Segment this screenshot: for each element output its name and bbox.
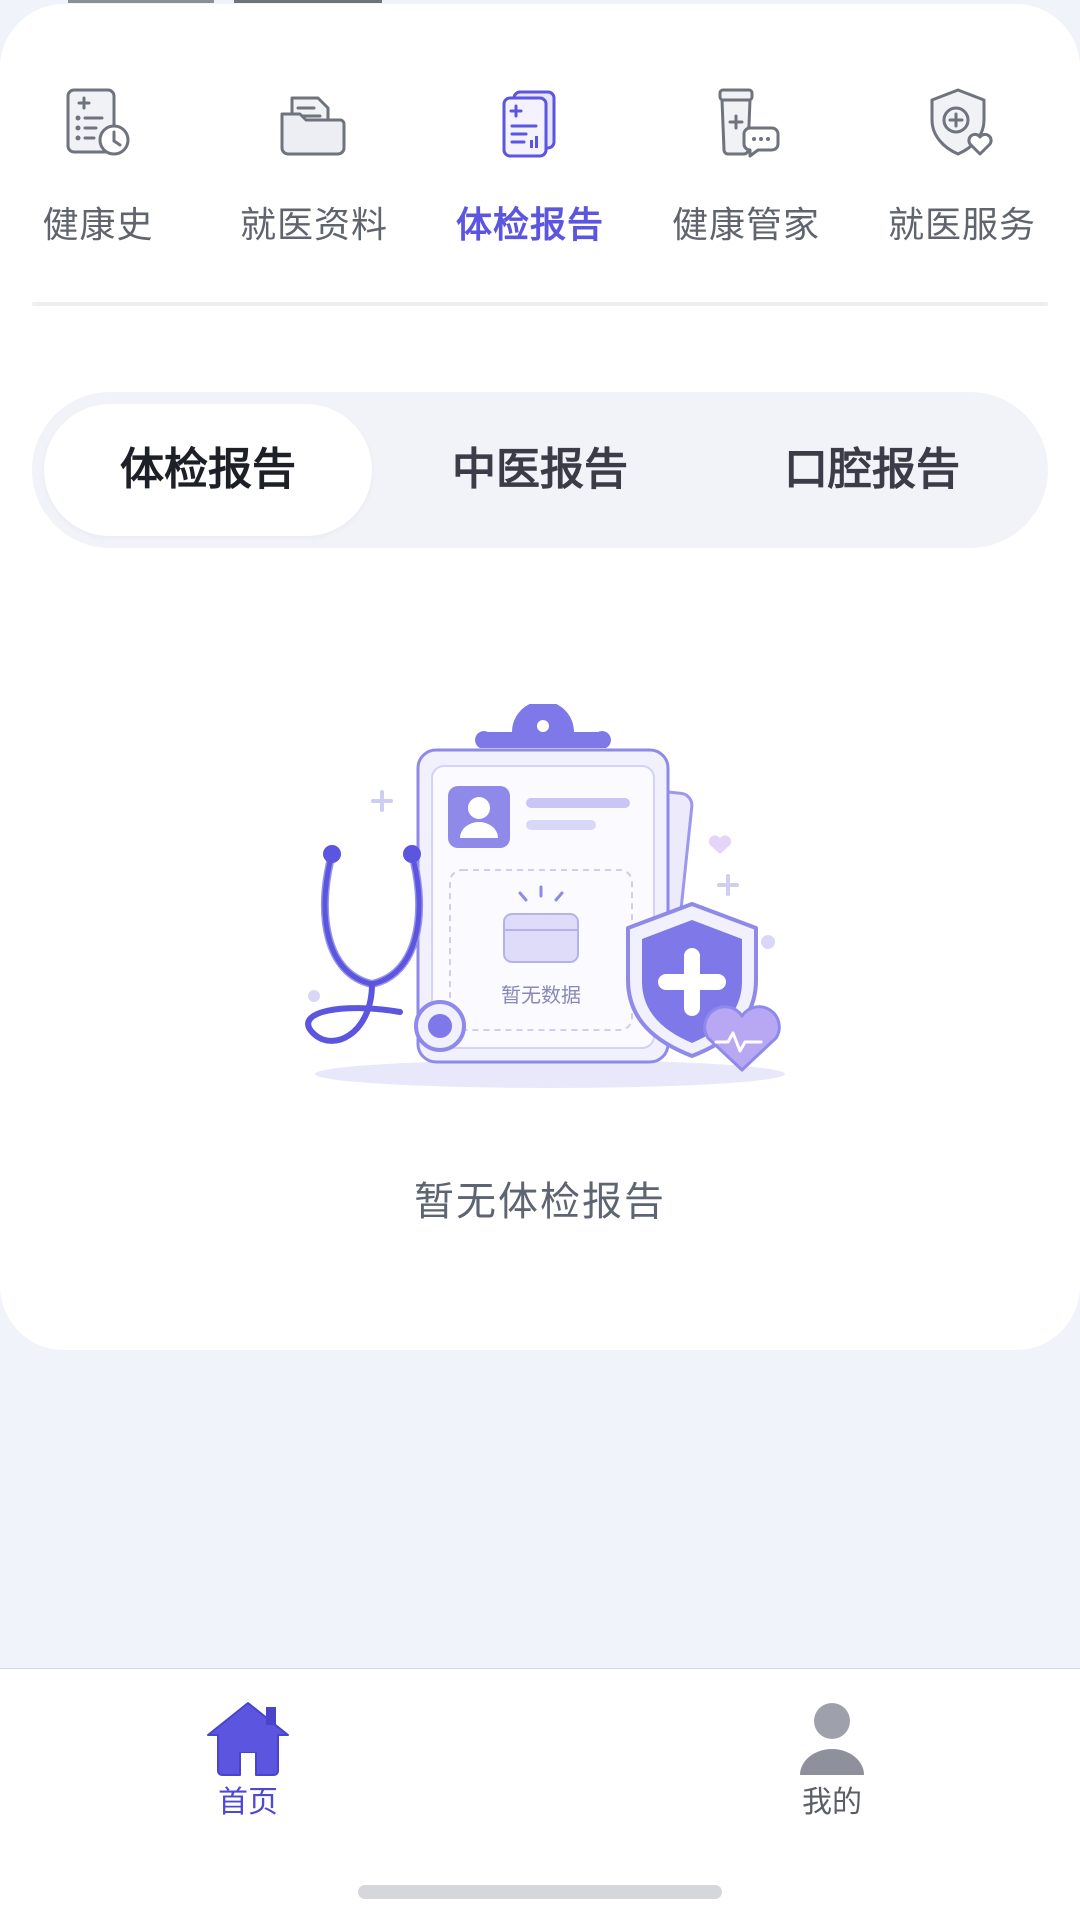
empty-state-message: 暂无体检报告 — [414, 1179, 666, 1225]
empty-placeholder-text: 暂无数据 — [501, 983, 581, 1007]
divider — [32, 302, 1048, 306]
category-label: 健康史 — [42, 205, 154, 246]
report-icon — [490, 84, 570, 164]
health-history-icon — [58, 84, 138, 164]
category-label: 体检报告 — [455, 205, 604, 246]
medical-service-icon — [922, 84, 1002, 164]
category-item-checkup-report[interactable]: 体检报告 — [440, 74, 620, 264]
category-item-medical-records[interactable]: 就医资料 — [224, 74, 404, 264]
empty-state-illustration: 暂无数据 — [290, 704, 810, 1104]
home-indicator — [358, 1885, 722, 1899]
top-edge-block — [68, 0, 214, 3]
category-label: 就医服务 — [887, 205, 1036, 246]
bottom-tab-bar: 首页 我的 — [0, 1668, 1080, 1921]
category-nav: 健康史 就医资料 体检报告 健康管家 就医服务 — [0, 74, 1080, 264]
category-item-health-butler[interactable]: 健康管家 — [656, 74, 836, 264]
top-edge-block — [234, 0, 382, 3]
health-butler-icon — [706, 84, 786, 164]
tab-checkup-report[interactable]: 体检报告 — [44, 404, 372, 536]
report-type-tabs: 体检报告 中医报告 口腔报告 — [32, 392, 1048, 548]
category-item-medical-service[interactable]: 就医服务 — [872, 74, 1052, 264]
tab-profile[interactable]: 我的 — [762, 1697, 902, 1823]
home-icon — [207, 1702, 289, 1776]
folder-icon — [274, 84, 354, 164]
tab-home[interactable]: 首页 — [178, 1697, 318, 1823]
category-item-health-history[interactable]: 健康史 — [8, 74, 188, 264]
category-label: 就医资料 — [239, 205, 388, 246]
profile-icon — [800, 1703, 864, 1775]
tab-dental-report[interactable]: 口腔报告 — [708, 404, 1036, 536]
tab-label: 我的 — [802, 1785, 862, 1820]
tab-tcm-report[interactable]: 中医报告 — [376, 404, 704, 536]
category-label: 健康管家 — [671, 205, 820, 246]
tab-label: 首页 — [218, 1785, 278, 1820]
content-card: 健康史 就医资料 体检报告 健康管家 就医服务 体检报告 中医报告 口腔报告 暂… — [0, 4, 1080, 1350]
